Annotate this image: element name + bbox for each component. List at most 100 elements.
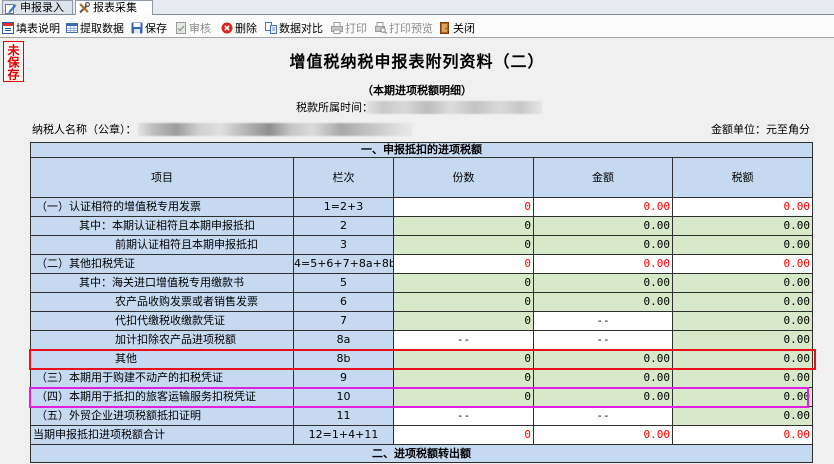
row-item-label: 农产品收购发票或者销售发票 [30,292,294,312]
amount-input[interactable]: 0.00 [533,235,673,255]
tax-input[interactable]: 0.00 [671,273,814,293]
save-button[interactable]: 保存 [131,21,167,35]
section-2-title: 二、进项税额转出额 [29,444,814,463]
amount-input[interactable]: 0.00 [533,273,673,293]
table-row-total: 当期申报抵扣进项税额合计 12=1+4+11 0 0.00 0.00 [30,425,814,445]
row-line-number: 10 [293,387,394,407]
tax-period-label: 税款所属时间： [296,101,373,114]
section-header-row: 一、申报抵扣的进项税额 [29,142,814,158]
count-input[interactable]: 0 [393,235,534,255]
table-row: 加计扣除农产品进项税额 8a -- -- 0.00 [30,330,814,350]
delete-icon [221,22,233,34]
print-preview-icon [375,22,387,34]
row-item-label: （二）其他扣税凭证 [30,254,294,274]
tax-input[interactable]: 0.00 [671,387,814,407]
count-input[interactable]: 0 [393,216,534,236]
form-guide-icon [2,22,14,34]
print-preview-button[interactable]: 打印预览 [375,21,433,35]
row-item-label: 其中：海关进口增值税专用缴款书 [30,273,294,293]
table-row: 其中：海关进口增值税专用缴款书 5 0 0.00 0.00 [30,273,814,293]
tax-input[interactable]: 0.00 [671,216,814,236]
toolbar-label: 删除 [235,21,257,35]
page-title: 增值税纳税申报表附列资料（二） [289,52,545,71]
table-row: （一）认证相符的增值税专用发票 1=2+3 0 0.00 0.00 [30,197,814,217]
section-header-row: 二、进项税额转出额 [29,444,814,463]
toolbar-label: 关闭 [453,21,475,35]
amount-input[interactable]: 0.00 [533,349,673,369]
tab-bar: 申报录入 报表采集 [0,0,834,15]
input-tax-table: 一、申报抵扣的进项税额 项目 栏次 份数 金额 税额 （一）认证相符的增值税专用… [29,142,814,463]
count-input[interactable]: 0 [393,368,534,388]
toolbar-label: 打印预览 [389,21,433,35]
amount-input[interactable]: 0.00 [533,292,673,312]
amount-input[interactable]: 0.00 [533,387,673,407]
row-item-label: （一）认证相符的增值税专用发票 [30,197,294,217]
amount-input[interactable]: 0.00 [533,216,673,236]
row-item-label: 代扣代缴税收缴款凭证 [30,311,294,331]
toolbar-label: 数据对比 [279,21,323,35]
amount-unit-label: 金额单位：元至角分 [711,123,810,136]
count-input[interactable]: 0 [393,349,534,369]
count-input[interactable]: 0 [393,273,534,293]
table-row: 代扣代缴税收缴款凭证 7 0 -- 0.00 [30,311,814,331]
row-item-label: 其他 [30,349,294,369]
save-icon [131,22,143,34]
tab-report-collection[interactable]: 报表采集 [75,0,153,15]
tax-input[interactable]: 0.00 [671,349,814,369]
row-line-number: 5 [293,273,394,293]
tax-input[interactable]: 0.00 [671,292,814,312]
toolbar: 填表说明 提取数据 保存 审核 删除 数据对比 打印 打印预览 关闭 [0,15,834,38]
row-line-number: 6 [293,292,394,312]
print-icon [331,22,343,34]
audit-icon [175,22,187,34]
extract-data-icon [66,22,78,34]
redacted-tax-period [366,101,542,114]
count-input[interactable]: 0 [393,292,534,312]
table-row: （三）本期用于购建不动产的扣税凭证 9 0 0.00 0.00 [30,368,814,388]
toolbar-label: 打印 [345,21,367,35]
audit-button[interactable]: 审核 [175,21,211,35]
count-value: 0 [393,425,534,445]
tax-input[interactable]: 0.00 [671,235,814,255]
amount-input[interactable]: 0.00 [533,368,673,388]
tax-input[interactable]: 0.00 [671,406,814,426]
form-guide-button[interactable]: 填表说明 [2,21,60,35]
toolbar-label: 提取数据 [80,21,124,35]
count-input[interactable]: 0 [393,311,534,331]
column-header-item: 项目 [30,157,294,198]
tools-icon [78,2,90,14]
table-row: 其他 8b 0 0.00 0.00 [30,349,814,369]
table-row: 其中：本期认证相符且本期申报抵扣 2 0 0.00 0.00 [30,216,814,236]
row-item-label: 前期认证相符且本期申报抵扣 [30,235,294,255]
toolbar-label: 填表说明 [16,21,60,35]
column-header-line: 栏次 [293,157,394,198]
count-value: 0 [393,254,534,274]
table-row: 前期认证相符且本期申报抵扣 3 0 0.00 0.00 [30,235,814,255]
amount-not-applicable: -- [533,311,673,331]
row-line-number: 8b [293,349,394,369]
close-button[interactable]: 关闭 [439,21,475,35]
row-item-label: 当期申报抵扣进项税额合计 [30,425,294,445]
row-line-number: 1=2+3 [293,197,394,217]
print-button[interactable]: 打印 [331,21,367,35]
toolbar-label: 保存 [145,21,167,35]
tax-input[interactable]: 0.00 [671,311,814,331]
delete-button[interactable]: 删除 [221,21,257,35]
section-1-title: 一、申报抵扣的进项税额 [29,142,814,158]
count-input[interactable]: 0 [393,387,534,407]
tax-input[interactable]: 0.00 [671,330,814,350]
table-row: （二）其他扣税凭证 4=5+6+7+8a+8b 0 0.00 0.00 [30,254,814,274]
pencil-icon [5,2,17,14]
tab-declaration-entry[interactable]: 申报录入 [2,0,73,14]
extract-data-button[interactable]: 提取数据 [66,21,124,35]
row-line-number: 11 [293,406,394,426]
tax-input[interactable]: 0.00 [671,368,814,388]
row-line-number: 7 [293,311,394,331]
row-line-number: 12=1+4+11 [293,425,394,445]
tax-value: 0.00 [671,254,814,274]
data-compare-button[interactable]: 数据对比 [265,21,323,35]
table-row: 农产品收购发票或者销售发票 6 0 0.00 0.00 [30,292,814,312]
row-item-label: （五）外贸企业进项税额抵扣证明 [30,406,294,426]
count-value: 0 [393,197,534,217]
row-item-label: （四）本期用于抵扣的旅客运输服务扣税凭证 [30,387,294,407]
